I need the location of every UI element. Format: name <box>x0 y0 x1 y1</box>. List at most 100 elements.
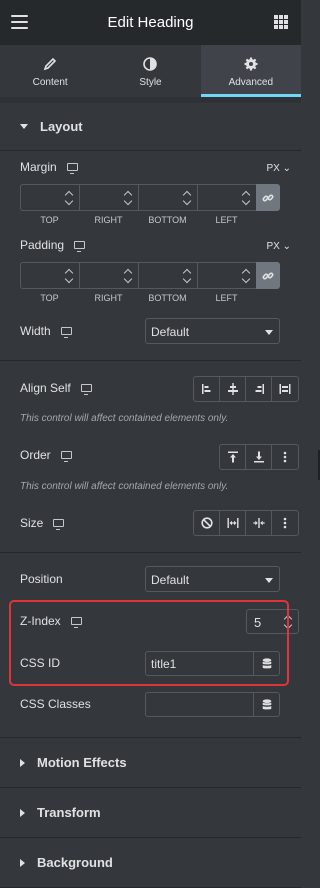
css-classes-input[interactable] <box>145 692 254 717</box>
half-circle-icon <box>143 55 158 73</box>
section-background-title: Background <box>37 855 113 870</box>
arrow-to-top-icon <box>227 451 238 463</box>
padding-unit-select[interactable]: PX ⌄ <box>266 241 291 252</box>
spinner-icon[interactable] <box>183 269 192 283</box>
padding-label: Padding <box>20 238 86 252</box>
sublabel-bottom: BOTTOM <box>148 293 187 303</box>
margin-inputs <box>20 184 280 211</box>
desktop-icon[interactable] <box>66 163 78 174</box>
pencil-icon <box>43 55 57 73</box>
sublabel-left: LEFT <box>215 215 238 225</box>
order-label: Order <box>20 448 72 462</box>
desktop-icon[interactable] <box>80 384 92 395</box>
margin-right-input[interactable] <box>79 184 138 211</box>
spinner-icon[interactable] <box>124 269 133 283</box>
tab-content[interactable]: Content <box>0 45 100 97</box>
align-center-icon <box>227 383 238 395</box>
align-stretch-button[interactable] <box>272 377 298 401</box>
desktop-icon[interactable] <box>53 519 65 530</box>
spinner-icon[interactable] <box>65 191 74 205</box>
size-more-button[interactable] <box>272 511 298 535</box>
gear-icon <box>244 55 258 73</box>
section-transform-header[interactable]: Transform <box>0 788 301 838</box>
desktop-icon[interactable] <box>60 327 72 338</box>
spinner-icon[interactable] <box>65 269 74 283</box>
expand-horizontal-icon <box>227 518 238 528</box>
margin-left-input[interactable] <box>197 184 256 211</box>
section-layout-title: Layout <box>40 119 83 134</box>
order-start-button[interactable] <box>220 445 246 469</box>
order-end-button[interactable] <box>246 445 272 469</box>
tab-style[interactable]: Style <box>100 45 200 97</box>
dynamic-tags-button[interactable] <box>253 692 280 717</box>
sublabel-left: LEFT <box>215 293 238 303</box>
ban-icon <box>200 517 213 529</box>
desktop-icon[interactable] <box>74 241 86 252</box>
section-transform-title: Transform <box>37 805 101 820</box>
sublabel-right: RIGHT <box>94 215 123 225</box>
spinner-icon[interactable] <box>242 191 251 205</box>
tab-advanced-label: Advanced <box>228 76 274 88</box>
section-background-header[interactable]: Background <box>0 838 301 888</box>
caret-right-icon <box>20 858 25 867</box>
arrow-to-bottom-icon <box>253 451 264 463</box>
tab-style-label: Style <box>139 76 162 88</box>
padding-right-input[interactable] <box>79 262 138 289</box>
margin-link-button[interactable] <box>256 184 280 211</box>
margin-sublabels: TOP RIGHT BOTTOM LEFT <box>20 215 256 225</box>
margin-bottom-input[interactable] <box>138 184 197 211</box>
align-end-icon <box>255 384 264 394</box>
panel-tabs: Content Style Advanced <box>0 45 302 97</box>
align-stretch-icon <box>279 384 291 394</box>
caret-down-icon <box>20 124 28 129</box>
hamburger-icon[interactable] <box>11 15 28 29</box>
desktop-icon[interactable] <box>60 451 72 462</box>
section-motion-effects-title: Motion Effects <box>37 755 127 770</box>
sublabel-right: RIGHT <box>94 293 123 303</box>
highlight-box <box>9 600 289 686</box>
margin-top-input[interactable] <box>20 184 79 211</box>
sublabel-top: TOP <box>40 293 59 303</box>
padding-left-input[interactable] <box>197 262 256 289</box>
size-none-button[interactable] <box>194 511 220 535</box>
grid-icon[interactable] <box>274 15 288 29</box>
size-grow-button[interactable] <box>220 511 246 535</box>
compress-horizontal-icon <box>252 518 265 528</box>
position-label: Position <box>20 572 63 586</box>
chevron-down-icon <box>265 330 273 335</box>
tab-advanced[interactable]: Advanced <box>200 45 302 97</box>
link-icon <box>262 271 274 280</box>
margin-unit-select[interactable]: PX ⌄ <box>266 163 291 174</box>
align-center-button[interactable] <box>220 377 246 401</box>
database-icon <box>262 698 271 709</box>
divider <box>0 360 301 361</box>
align-end-button[interactable] <box>246 377 272 401</box>
padding-sublabels: TOP RIGHT BOTTOM LEFT <box>20 293 256 303</box>
sublabel-top: TOP <box>40 215 59 225</box>
spinner-icon[interactable] <box>124 191 133 205</box>
padding-bottom-input[interactable] <box>138 262 197 289</box>
align-self-note: This control will affect contained eleme… <box>20 413 229 424</box>
spinner-icon[interactable] <box>183 191 192 205</box>
link-icon <box>262 193 274 202</box>
order-note: This control will affect contained eleme… <box>20 481 229 492</box>
more-vertical-icon <box>283 517 287 529</box>
align-start-icon <box>201 384 210 394</box>
position-select[interactable]: Default <box>145 566 280 592</box>
chevron-down-icon <box>265 578 273 583</box>
order-more-button[interactable] <box>272 445 298 469</box>
caret-right-icon <box>20 808 25 817</box>
sublabel-bottom: BOTTOM <box>148 215 187 225</box>
section-motion-effects-header[interactable]: Motion Effects <box>0 738 301 788</box>
align-start-button[interactable] <box>194 377 220 401</box>
align-self-label: Align Self <box>20 381 92 395</box>
width-label: Width <box>20 324 72 338</box>
size-shrink-button[interactable] <box>246 511 272 535</box>
padding-top-input[interactable] <box>20 262 79 289</box>
size-label: Size <box>20 516 65 530</box>
spinner-icon[interactable] <box>242 269 251 283</box>
section-layout-header[interactable]: Layout <box>0 103 301 151</box>
padding-link-button[interactable] <box>256 262 280 289</box>
panel-header: Edit Heading <box>0 0 301 45</box>
width-select[interactable]: Default <box>145 318 280 344</box>
